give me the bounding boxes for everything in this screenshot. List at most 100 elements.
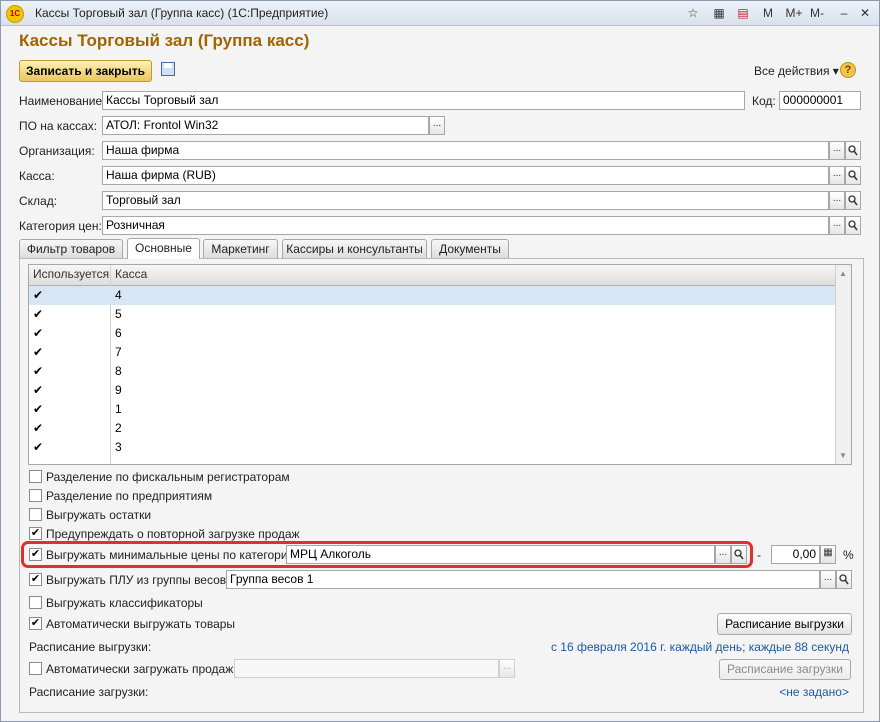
close-icon[interactable]: ✕ [858,5,872,21]
memory-minus-button[interactable]: M- [807,5,827,21]
check-mark-icon: ✔ [33,440,44,454]
table-row[interactable]: ✔ 3 [29,438,837,457]
code-field[interactable]: 000000001 [779,91,861,110]
tab-product-filter[interactable]: Фильтр товаров [19,239,123,258]
import-schedule-link[interactable]: <не задано> [779,685,849,699]
calendar-icon[interactable]: ▤ [735,5,751,21]
export-schedule-link[interactable]: с 16 февраля 2016 г. каждый день; каждые… [551,640,849,654]
split-enterprise-label: Разделение по предприятиям [46,489,213,503]
export-classifiers-label: Выгружать классификаторы [46,596,203,610]
minimize-icon[interactable]: – [837,5,851,21]
table-row[interactable]: ✔ 5 [29,305,837,324]
export-classifiers-checkbox[interactable] [29,596,42,609]
star-icon[interactable]: ☆ [685,5,701,21]
table-row[interactable]: ✔ 8 [29,362,837,381]
export-schedule-button[interactable]: Расписание выгрузки [717,613,852,635]
code-label: Код: [752,94,776,108]
table-row[interactable]: ✔ 6 [29,324,837,343]
column-cash-header[interactable]: Касса [115,267,147,281]
main-window: 1С Кассы Торговый зал (Группа касс) (1С:… [0,0,880,722]
price-category-field[interactable]: Розничная [102,216,829,235]
split-fiscal-checkbox[interactable] [29,470,42,483]
table-row[interactable]: ✔ 9 [29,381,837,400]
save-close-button[interactable]: Записать и закрыть [19,60,152,82]
cash-search-icon[interactable] [845,166,861,185]
org-search-icon[interactable] [845,141,861,160]
window-title: Кассы Торговый зал (Группа касс) (1С:Пре… [35,6,329,20]
org-field[interactable]: Наша фирма [102,141,829,160]
row-cash-value: 4 [115,288,122,302]
store-select-button[interactable]: ... [829,191,845,210]
store-field[interactable]: Торговый зал [102,191,829,210]
table-row[interactable]: ✔ 7 [29,343,837,362]
row-cash-value: 8 [115,364,122,378]
price-category-label: Категория цен: [19,219,102,233]
all-actions-menu[interactable]: Все действия ▾ [754,64,839,78]
import-schedule-label: Расписание загрузки: [29,685,149,699]
app-logo-icon: 1С [6,5,24,23]
percent-field[interactable]: 0,00 [771,545,820,564]
min-price-search-icon[interactable] [731,545,747,564]
check-mark-icon: ✔ [33,288,44,302]
tab-documents[interactable]: Документы [431,239,509,258]
warn-reload-checkbox[interactable]: ✔ [29,527,42,540]
row-cash-value: 3 [115,440,122,454]
import-select-button: ... [499,659,515,678]
software-select-button[interactable]: ... [429,116,445,135]
table-row[interactable]: ✔ 2 [29,419,837,438]
plu-group-search-icon[interactable] [836,570,852,589]
cash-registers-table: Используется Касса ✔ 4 ✔ 5 ✔ 6 ✔ 7 ✔ 8 ✔ 9 ✔ 1 … [28,264,852,465]
memory-plus-button[interactable]: M+ [783,5,805,21]
org-label: Организация: [19,144,95,158]
software-field[interactable]: АТОЛ: Frontol Win32 [102,116,429,135]
software-label: ПО на кассах: [19,119,98,133]
calculator-icon[interactable]: ▦ [820,545,836,564]
plu-group-select-button[interactable]: ... [820,570,836,589]
cash-label: Касса: [19,169,55,183]
export-balances-label: Выгружать остатки [46,508,152,522]
export-min-prices-checkbox[interactable]: ✔ [29,548,42,561]
auto-import-checkbox[interactable] [29,662,42,675]
store-search-icon[interactable] [845,191,861,210]
export-min-prices-label: Выгружать минимальные цены по категории: [46,548,298,562]
export-plu-checkbox[interactable]: ✔ [29,573,42,586]
scroll-up-icon[interactable]: ▲ [839,269,847,278]
import-settings-field [234,659,499,678]
check-mark-icon: ✔ [33,326,44,340]
cash-field[interactable]: Наша фирма (RUB) [102,166,829,185]
name-field[interactable]: Кассы Торговый зал [102,91,745,110]
column-used-header[interactable]: Используется [33,267,109,281]
min-price-category-field[interactable]: МРЦ Алкоголь [286,545,715,564]
help-icon[interactable]: ? [840,62,856,78]
check-mark-icon: ✔ [33,345,44,359]
memory-button[interactable]: M [761,5,775,21]
check-mark-icon: ✔ [33,383,44,397]
table-row[interactable]: ✔ 4 [29,286,837,305]
table-row[interactable]: ✔ 1 [29,400,837,419]
check-mark-icon: ✔ [33,364,44,378]
org-select-button[interactable]: ... [829,141,845,160]
title-bar: 1С Кассы Торговый зал (Группа касс) (1С:… [1,1,879,26]
scroll-down-icon[interactable]: ▼ [839,451,847,460]
tab-marketing[interactable]: Маркетинг [203,239,278,258]
check-mark-icon: ✔ [33,421,44,435]
form-title: Кассы Торговый зал (Группа касс) [19,31,310,50]
cash-select-button[interactable]: ... [829,166,845,185]
auto-export-checkbox[interactable]: ✔ [29,617,42,630]
check-mark-icon: ✔ [33,307,44,321]
check-mark-icon: ✔ [33,402,44,416]
save-icon[interactable] [161,62,175,76]
min-price-select-button[interactable]: ... [715,545,731,564]
row-cash-value: 7 [115,345,122,359]
calculator-icon[interactable]: ▦ [711,5,727,21]
plu-group-field[interactable]: Группа весов 1 [226,570,820,589]
price-category-search-icon[interactable] [845,216,861,235]
tab-cashiers[interactable]: Кассиры и консультанты [282,239,427,258]
tab-main[interactable]: Основные [127,238,200,259]
export-balances-checkbox[interactable] [29,508,42,521]
warn-reload-label: Предупреждать о повторной загрузке прода… [46,527,300,541]
row-cash-value: 9 [115,383,122,397]
price-category-select-button[interactable]: ... [829,216,845,235]
table-scrollbar[interactable]: ▲ ▼ [835,265,851,464]
split-enterprise-checkbox[interactable] [29,489,42,502]
